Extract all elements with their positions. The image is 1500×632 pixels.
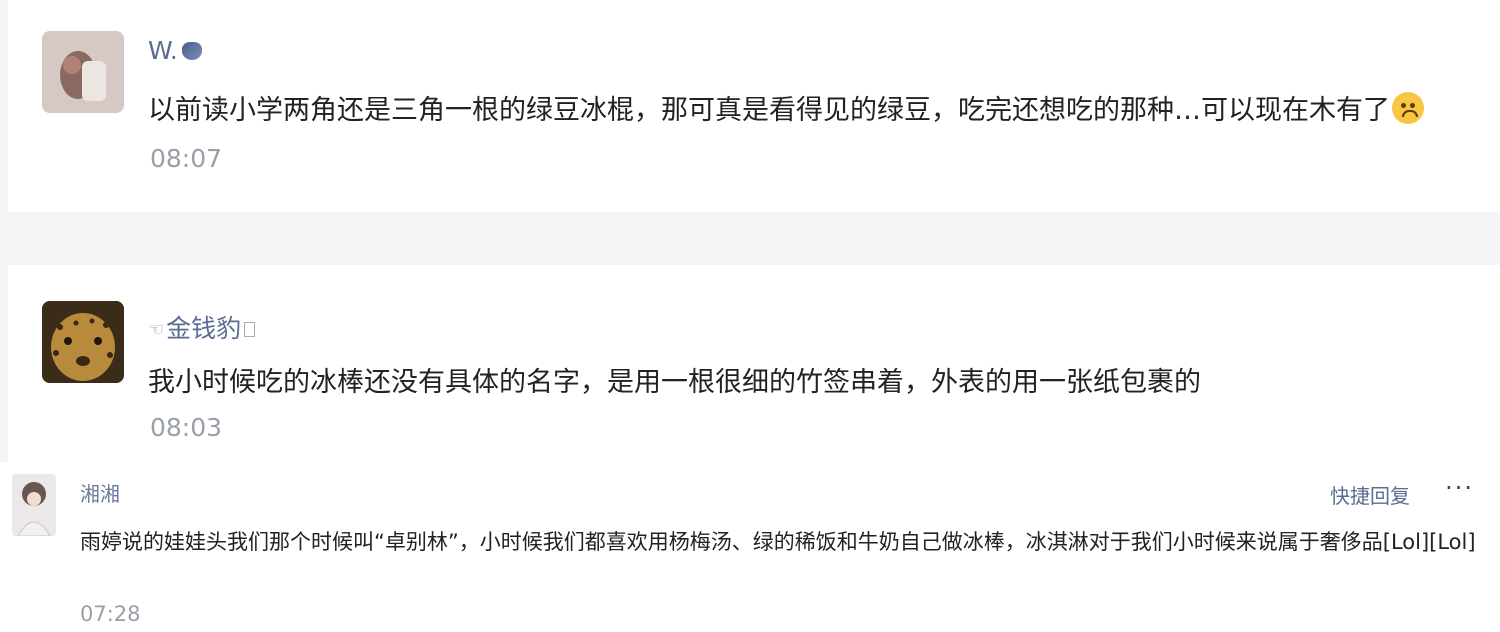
comment-text: 雨婷说的娃娃头我们那个时候叫“卓别林”，小时候我们都喜欢用杨梅汤、绿的稀饭和牛奶… <box>80 530 1476 554</box>
comment-text-content: 以前读小学两角还是三角一根的绿豆冰棍，那可真是看得见的绿豆，吃完还想吃的那种…可… <box>148 95 1390 126</box>
commenter-name[interactable]: ☜金钱豹 <box>148 309 256 345</box>
avatar[interactable] <box>42 31 124 113</box>
placeholder-glyph-icon <box>244 322 256 337</box>
comment-time: 08:07 <box>150 144 223 173</box>
badge-icon <box>181 42 202 60</box>
commenter-name-text: 金钱豹 <box>166 314 242 343</box>
pointing-hand-icon: ☜ <box>148 319 165 340</box>
comment-card: 湘湘 快捷回复 ··· 雨婷说的娃娃头我们那个时候叫“卓别林”，小时候我们都喜欢… <box>0 462 1500 632</box>
comment-time: 08:03 <box>150 413 223 442</box>
crying-emoji-icon <box>1392 92 1424 124</box>
comment-text: 我小时候吃的冰棒还没有具体的名字，是用一根很细的竹签串着，外表的用一张纸包裹的 <box>148 367 1201 398</box>
girl-avatar-icon <box>12 474 56 536</box>
avatar[interactable] <box>42 301 124 383</box>
commenter-name-text: W. <box>148 36 178 65</box>
comment-text: 以前读小学两角还是三角一根的绿豆冰棍，那可真是看得见的绿豆，吃完还想吃的那种…可… <box>148 88 1424 127</box>
avatar[interactable] <box>12 474 56 536</box>
avatar-photo-icon <box>42 31 124 113</box>
quick-reply-button[interactable]: 快捷回复 <box>1330 480 1410 509</box>
comment-card: W. 以前读小学两角还是三角一根的绿豆冰棍，那可真是看得见的绿豆，吃完还想吃的那… <box>8 0 1500 212</box>
commenter-name[interactable]: W. <box>148 36 202 65</box>
comment-time: 07:28 <box>80 602 141 626</box>
more-icon[interactable]: ··· <box>1445 474 1474 502</box>
comment-card: ☜金钱豹 我小时候吃的冰棒还没有具体的名字，是用一根很细的竹签串着，外表的用一张… <box>8 265 1500 470</box>
leopard-avatar-icon <box>42 301 124 383</box>
commenter-name[interactable]: 湘湘 <box>80 478 120 507</box>
